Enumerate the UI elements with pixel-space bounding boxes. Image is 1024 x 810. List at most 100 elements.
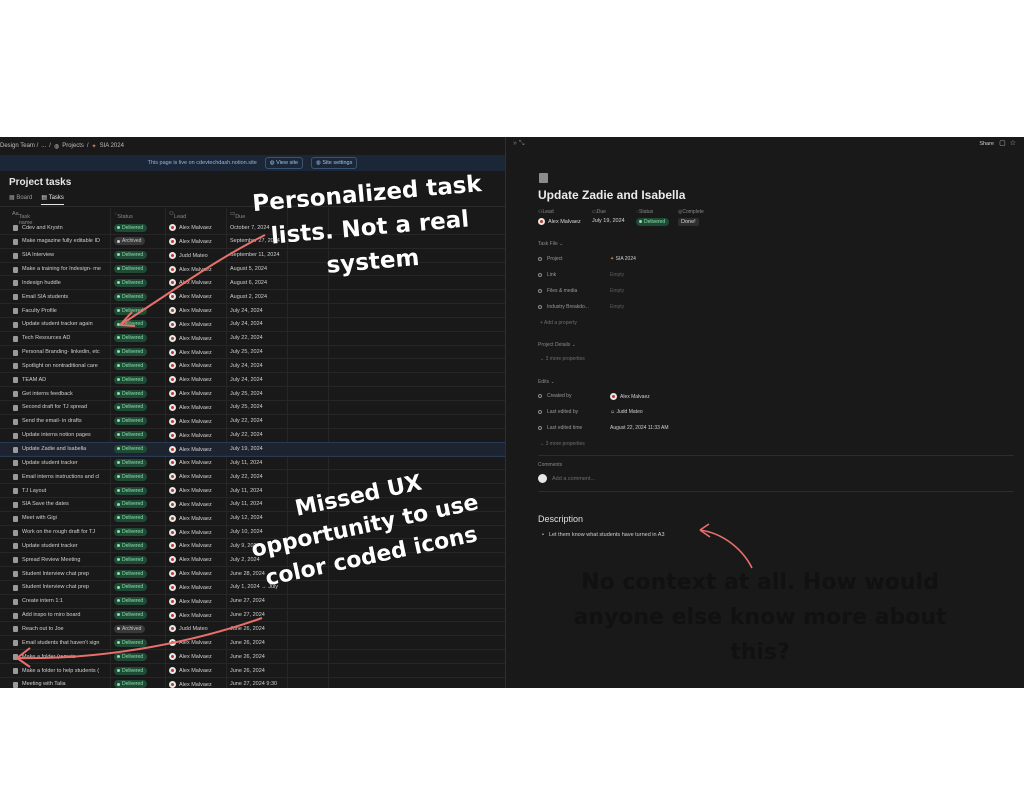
task-name[interactable]: Spread Review Meeting	[22, 557, 110, 563]
lead-cell[interactable]: Alex Malvaez	[169, 597, 212, 605]
task-name[interactable]: Create intern 1:1	[22, 598, 110, 604]
task-name[interactable]: Get interns feedback	[22, 391, 110, 397]
lead-cell[interactable]: Alex Malvaez	[169, 583, 212, 591]
project-details-section[interactable]: Project Details ⌄	[538, 342, 576, 348]
expand-icons[interactable]: » ⤡	[513, 140, 524, 148]
breadcrumb-ellipsis[interactable]: ...	[41, 143, 46, 149]
prop-files-media[interactable]: Files & media Empty	[538, 288, 838, 298]
project-link[interactable]: SIA 2024	[616, 256, 636, 262]
column-task-name[interactable]: Aa Task name	[12, 211, 33, 226]
lead-value[interactable]: Alex Malvaez	[538, 218, 581, 225]
due-cell[interactable]: July 22, 2024	[230, 335, 263, 341]
due-cell[interactable]: June 27, 2024	[230, 598, 265, 604]
due-cell[interactable]: July 11, 2024	[230, 460, 262, 466]
lead-cell[interactable]: Judd Mateo	[169, 625, 208, 633]
column-due[interactable]: ▭ Due	[230, 211, 245, 220]
more-properties-button[interactable]: ⌄ 3 more properties	[540, 356, 585, 362]
status-cell[interactable]: Archived	[114, 624, 146, 633]
task-name[interactable]: SIA Save the dates	[22, 501, 110, 507]
status-cell[interactable]: Delivered	[114, 348, 148, 357]
table-row[interactable]: Indesign huddle Delivered Alex Malvaez Augu…	[0, 276, 505, 291]
site-settings-button[interactable]: ◍ Site settings	[311, 157, 358, 169]
task-name[interactable]: Update interns notion pages	[22, 432, 110, 438]
lead-cell[interactable]: Alex Malvaez	[169, 348, 212, 356]
due-cell[interactable]: July 22, 2024	[230, 418, 263, 424]
prop-industry[interactable]: Industry Breakdo... Empty	[538, 304, 838, 314]
table-row[interactable]: Personal Branding- linkedin, etc Delivere…	[0, 346, 505, 360]
lead-cell[interactable]: Alex Malvaez	[169, 403, 212, 411]
due-cell[interactable]: June 26, 2024	[230, 668, 265, 674]
task-name[interactable]: Make a training for Indesign- me	[22, 266, 110, 272]
lead-cell[interactable]: Alex Malvaez	[169, 528, 212, 536]
column-status[interactable]: ◌ Status	[114, 211, 133, 220]
status-cell[interactable]: Delivered	[114, 320, 148, 329]
status-cell[interactable]: Delivered	[114, 417, 148, 426]
status-cell[interactable]: Delivered	[114, 251, 148, 260]
task-name[interactable]: Make a folder (remote	[22, 654, 110, 660]
due-cell[interactable]: June 26, 2024	[230, 640, 265, 646]
table-row[interactable]: Spotlight on nontraditional care Delivere…	[0, 359, 505, 374]
status-cell[interactable]: Delivered	[114, 472, 148, 481]
task-name[interactable]: Faculty Profile	[22, 308, 110, 314]
status-cell[interactable]: Delivered	[114, 361, 148, 370]
lead-cell[interactable]: Alex Malvaez	[169, 334, 212, 342]
lead-cell[interactable]: Alex Malvaez	[169, 653, 212, 661]
due-value[interactable]: July 19, 2024	[592, 218, 625, 224]
task-name[interactable]: Second draft for TJ spread	[22, 404, 110, 410]
due-cell[interactable]: July 25, 2024	[230, 404, 263, 410]
due-cell[interactable]: July 24, 2024	[230, 308, 263, 314]
tab-tasks[interactable]: ▤ Tasks	[41, 194, 64, 205]
lead-cell[interactable]: Alex Malvaez	[169, 667, 212, 674]
column-lead[interactable]: ⚇ Lead	[169, 211, 186, 220]
status-cell[interactable]: Delivered	[114, 638, 148, 647]
page-title[interactable]: Update Zadie and Isabella	[538, 188, 685, 202]
due-cell[interactable]: July 19, 2024	[230, 446, 263, 452]
view-site-button[interactable]: ◍ View site	[264, 157, 304, 169]
task-name[interactable]: Update Zadie and Isabella	[22, 446, 110, 452]
table-row[interactable]: Meeting with Talia Delivered Alex Malvaez J…	[0, 678, 505, 688]
lead-cell[interactable]: Alex Malvaez	[169, 237, 212, 245]
status-cell[interactable]: Delivered	[114, 611, 148, 620]
table-row[interactable]: Email students that haven't sign Delivere…	[0, 636, 505, 651]
task-name[interactable]: TJ Layout	[22, 488, 110, 494]
status-cell[interactable]: Delivered	[114, 445, 148, 453]
task-name[interactable]: Reach out to Joe	[22, 626, 110, 632]
lead-cell[interactable]: Alex Malvaez	[169, 514, 212, 522]
status-cell[interactable]: Delivered	[114, 569, 148, 578]
status-cell[interactable]: Delivered	[114, 500, 148, 509]
share-button[interactable]: Share	[979, 141, 994, 147]
lead-cell[interactable]: Alex Malvaez	[169, 570, 212, 578]
due-cell[interactable]: August 2, 2024	[230, 294, 267, 300]
task-name[interactable]: Update student tracker	[22, 460, 110, 466]
due-cell[interactable]: July 24, 2024	[230, 363, 263, 369]
status-cell[interactable]: Delivered	[114, 514, 148, 523]
tab-board[interactable]: ▦ Board	[9, 194, 32, 205]
status-cell[interactable]: Delivered	[114, 403, 148, 412]
description-bullet[interactable]: Let them know what students have turned …	[542, 532, 665, 538]
prop-project[interactable]: Project ✦ SIA 2024	[538, 256, 838, 266]
lead-cell[interactable]: Alex Malvaez	[169, 224, 212, 231]
due-cell[interactable]: July 22, 2024	[230, 432, 263, 438]
lead-cell[interactable]: Alex Malvaez	[169, 556, 212, 564]
table-row[interactable]: Update Zadie and Isabella Delivered Alex M…	[0, 441, 505, 458]
status-cell[interactable]: Delivered	[114, 306, 148, 315]
lead-cell[interactable]: Alex Malvaez	[169, 459, 212, 467]
table-row[interactable]: TEAM AD Delivered Alex Malvaez July 24, 202…	[0, 373, 505, 388]
status-cell[interactable]: Delivered	[114, 265, 148, 274]
status-cell[interactable]: Delivered	[114, 652, 148, 661]
lead-cell[interactable]: Alex Malvaez	[169, 611, 212, 619]
edits-section[interactable]: Edits ⌄	[538, 379, 555, 385]
prop-created-by[interactable]: Created by Alex Malvaez	[538, 393, 838, 403]
due-cell[interactable]: June 26, 2024	[230, 654, 265, 660]
due-cell[interactable]: July 11, 2024	[230, 488, 262, 494]
status-cell[interactable]: Delivered	[114, 389, 148, 398]
more-properties-button[interactable]: ⌄ 3 more properties	[540, 441, 585, 447]
breadcrumb-projects[interactable]: Projects	[62, 143, 84, 149]
status-cell[interactable]: Delivered	[114, 278, 148, 287]
lead-cell[interactable]: Alex Malvaez	[169, 279, 212, 287]
table-row[interactable]: Second draft for TJ spread Delivered Alex …	[0, 401, 505, 415]
status-cell[interactable]: Delivered	[114, 431, 148, 440]
table-row[interactable]: Make a folder (remote Delivered Alex Malva…	[0, 650, 505, 664]
table-row[interactable]: Email SIA students Delivered Alex Malvaez A…	[0, 290, 505, 305]
due-cell[interactable]: June 26, 2024	[230, 626, 265, 632]
